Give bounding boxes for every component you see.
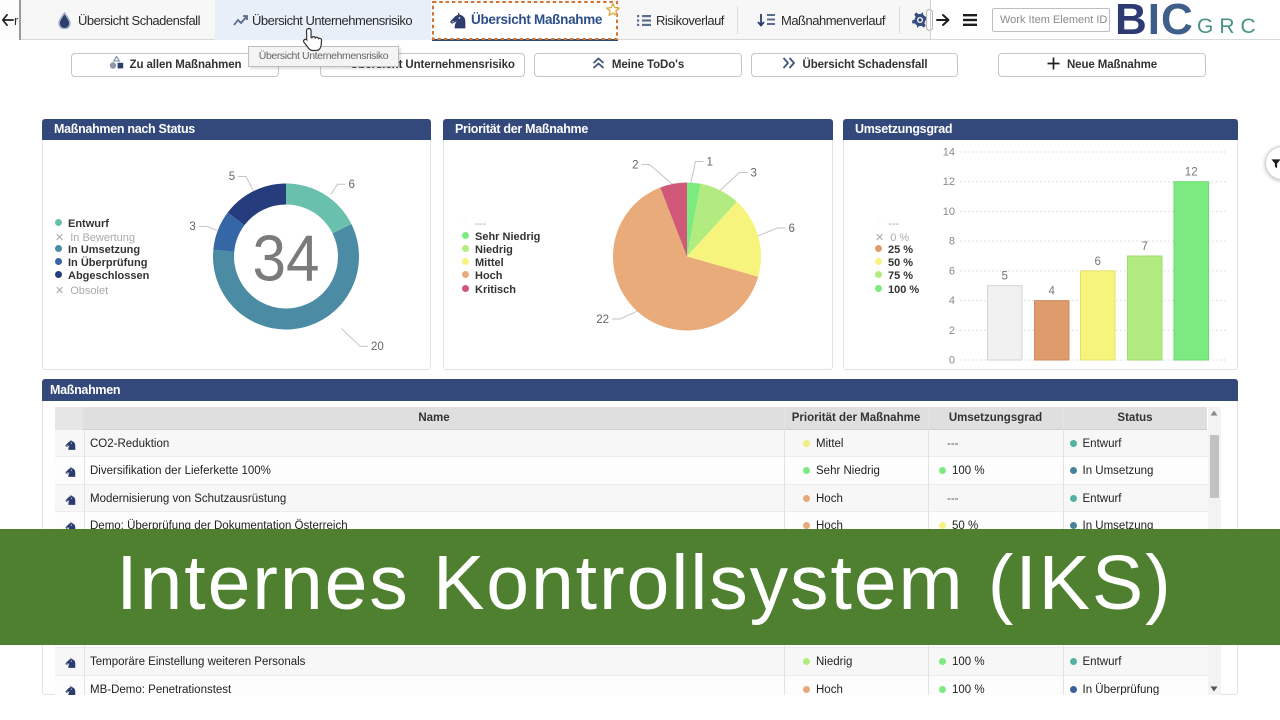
svg-text:5: 5	[229, 171, 235, 183]
svg-text:22: 22	[596, 314, 609, 326]
svg-text:6: 6	[349, 179, 355, 191]
svg-text:4: 4	[1048, 286, 1055, 298]
svg-text:0: 0	[949, 355, 955, 367]
svg-text:7: 7	[1141, 241, 1147, 253]
svg-text:4: 4	[949, 295, 955, 307]
svg-text:10: 10	[943, 206, 955, 218]
svg-text:2: 2	[949, 325, 955, 337]
svg-text:8: 8	[949, 236, 955, 248]
svg-text:2: 2	[632, 160, 638, 172]
svg-text:34: 34	[253, 223, 320, 295]
svg-text:12: 12	[943, 176, 955, 188]
svg-text:6: 6	[949, 265, 955, 277]
svg-text:3: 3	[751, 168, 757, 180]
svg-text:20: 20	[371, 341, 384, 353]
svg-text:1: 1	[707, 157, 713, 169]
svg-text:12: 12	[1185, 167, 1198, 179]
svg-text:6: 6	[1094, 256, 1100, 268]
svg-text:14: 14	[943, 147, 955, 159]
svg-text:3: 3	[189, 221, 195, 233]
svg-text:5: 5	[1001, 271, 1007, 283]
svg-text:6: 6	[789, 223, 795, 235]
